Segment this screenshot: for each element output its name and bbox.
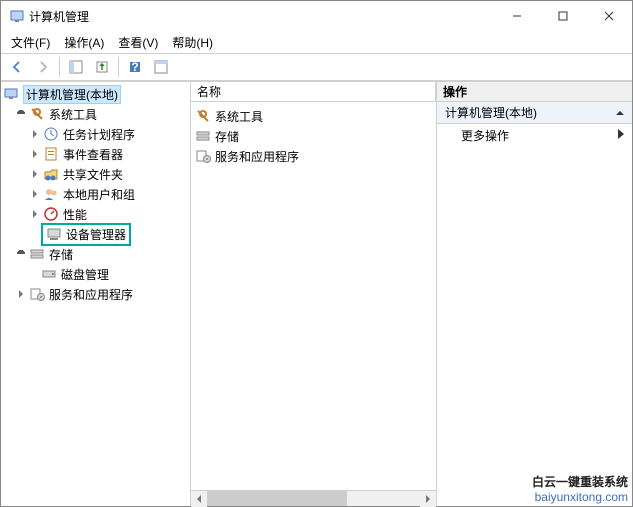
title-bar: 计算机管理 <box>1 1 632 31</box>
computer-icon <box>3 86 19 102</box>
svg-text:?: ? <box>131 60 138 74</box>
tree-label: 本地用户和组 <box>63 186 135 203</box>
scroll-right-icon[interactable] <box>420 491 436 507</box>
more-actions[interactable]: 更多操作 <box>437 124 632 146</box>
list-pane: 名称 系统工具 存储 服务和应用程序 <box>191 82 437 506</box>
horizontal-scrollbar[interactable] <box>191 490 436 506</box>
maximize-button[interactable] <box>540 1 586 31</box>
window-title: 计算机管理 <box>29 8 494 25</box>
toolbar: ? <box>1 53 632 81</box>
scroll-left-icon[interactable] <box>191 491 207 507</box>
expand-icon[interactable] <box>29 208 41 220</box>
tree-root[interactable]: 计算机管理(本地) <box>1 84 190 104</box>
properties-button[interactable] <box>149 55 173 79</box>
tree-systools[interactable]: 系统工具 <box>1 104 190 124</box>
main-body: 计算机管理(本地) 系统工具 任务计划程序 事件查看器 共享文件夹 <box>1 81 632 506</box>
help-button[interactable]: ? <box>123 55 147 79</box>
back-button[interactable] <box>5 55 29 79</box>
app-icon <box>9 8 25 24</box>
list-header[interactable]: 名称 <box>191 82 436 102</box>
column-name: 名称 <box>197 83 221 100</box>
tree: 计算机管理(本地) 系统工具 任务计划程序 事件查看器 共享文件夹 <box>1 82 190 306</box>
scroll-thumb[interactable] <box>207 491 347 506</box>
tree-task-scheduler[interactable]: 任务计划程序 <box>1 124 190 144</box>
tree-label: 设备管理器 <box>66 226 126 243</box>
collapse-up-icon <box>616 106 624 120</box>
services-icon <box>29 286 45 302</box>
clock-icon <box>43 126 59 142</box>
tools-icon <box>29 106 45 122</box>
tree-shared-folders[interactable]: 共享文件夹 <box>1 164 190 184</box>
disk-icon <box>41 266 57 282</box>
tree-label: 系统工具 <box>49 106 97 123</box>
device-icon <box>46 226 62 242</box>
tree-label: 共享文件夹 <box>63 166 123 183</box>
menu-action[interactable]: 操作(A) <box>58 32 110 53</box>
forward-button[interactable] <box>31 55 55 79</box>
actions-context[interactable]: 计算机管理(本地) <box>437 102 632 124</box>
tree-label: 存储 <box>49 246 73 263</box>
collapse-icon[interactable] <box>15 248 27 260</box>
storage-icon <box>29 246 45 262</box>
expand-icon[interactable] <box>29 188 41 200</box>
export-button[interactable] <box>90 55 114 79</box>
show-hide-tree-button[interactable] <box>64 55 88 79</box>
tools-icon <box>195 108 211 124</box>
actions-context-label: 计算机管理(本地) <box>445 104 537 121</box>
tree-label: 磁盘管理 <box>61 266 109 283</box>
actions-header: 操作 <box>437 82 632 102</box>
tree-storage[interactable]: 存储 <box>1 244 190 264</box>
share-icon <box>43 166 59 182</box>
actions-pane: 操作 计算机管理(本地) 更多操作 <box>437 82 632 506</box>
more-actions-label: 更多操作 <box>461 127 509 144</box>
expand-icon[interactable] <box>15 288 27 300</box>
tree-label: 任务计划程序 <box>63 126 135 143</box>
close-button[interactable] <box>586 1 632 31</box>
submenu-right-icon <box>618 128 624 142</box>
list-label: 存储 <box>215 128 239 145</box>
tree-label: 性能 <box>63 206 87 223</box>
event-icon <box>43 146 59 162</box>
menu-help[interactable]: 帮助(H) <box>166 32 219 53</box>
tree-label: 事件查看器 <box>63 146 123 163</box>
expand-icon[interactable] <box>29 168 41 180</box>
tree-pane: 计算机管理(本地) 系统工具 任务计划程序 事件查看器 共享文件夹 <box>1 82 191 506</box>
list-label: 系统工具 <box>215 108 263 125</box>
tree-event-viewer[interactable]: 事件查看器 <box>1 144 190 164</box>
minimize-button[interactable] <box>494 1 540 31</box>
users-icon <box>43 186 59 202</box>
scroll-track[interactable] <box>207 491 420 506</box>
storage-icon <box>195 128 211 144</box>
menu-bar: 文件(F) 操作(A) 查看(V) 帮助(H) <box>1 31 632 53</box>
list: 系统工具 存储 服务和应用程序 <box>191 102 436 490</box>
list-item[interactable]: 服务和应用程序 <box>191 146 436 166</box>
tree-performance[interactable]: 性能 <box>1 204 190 224</box>
collapse-icon[interactable] <box>15 108 27 120</box>
tree-device-manager[interactable]: 设备管理器 <box>1 224 190 244</box>
tree-disk-mgmt[interactable]: 磁盘管理 <box>1 264 190 284</box>
tree-label: 服务和应用程序 <box>49 286 133 303</box>
list-item[interactable]: 存储 <box>191 126 436 146</box>
tree-services[interactable]: 服务和应用程序 <box>1 284 190 304</box>
list-label: 服务和应用程序 <box>215 148 299 165</box>
menu-view[interactable]: 查看(V) <box>112 32 164 53</box>
expand-icon[interactable] <box>29 148 41 160</box>
tree-local-users[interactable]: 本地用户和组 <box>1 184 190 204</box>
menu-file[interactable]: 文件(F) <box>5 32 56 53</box>
list-item[interactable]: 系统工具 <box>191 106 436 126</box>
services-icon <box>195 148 211 164</box>
tree-root-label: 计算机管理(本地) <box>23 85 121 104</box>
expand-icon[interactable] <box>29 128 41 140</box>
performance-icon <box>43 206 59 222</box>
